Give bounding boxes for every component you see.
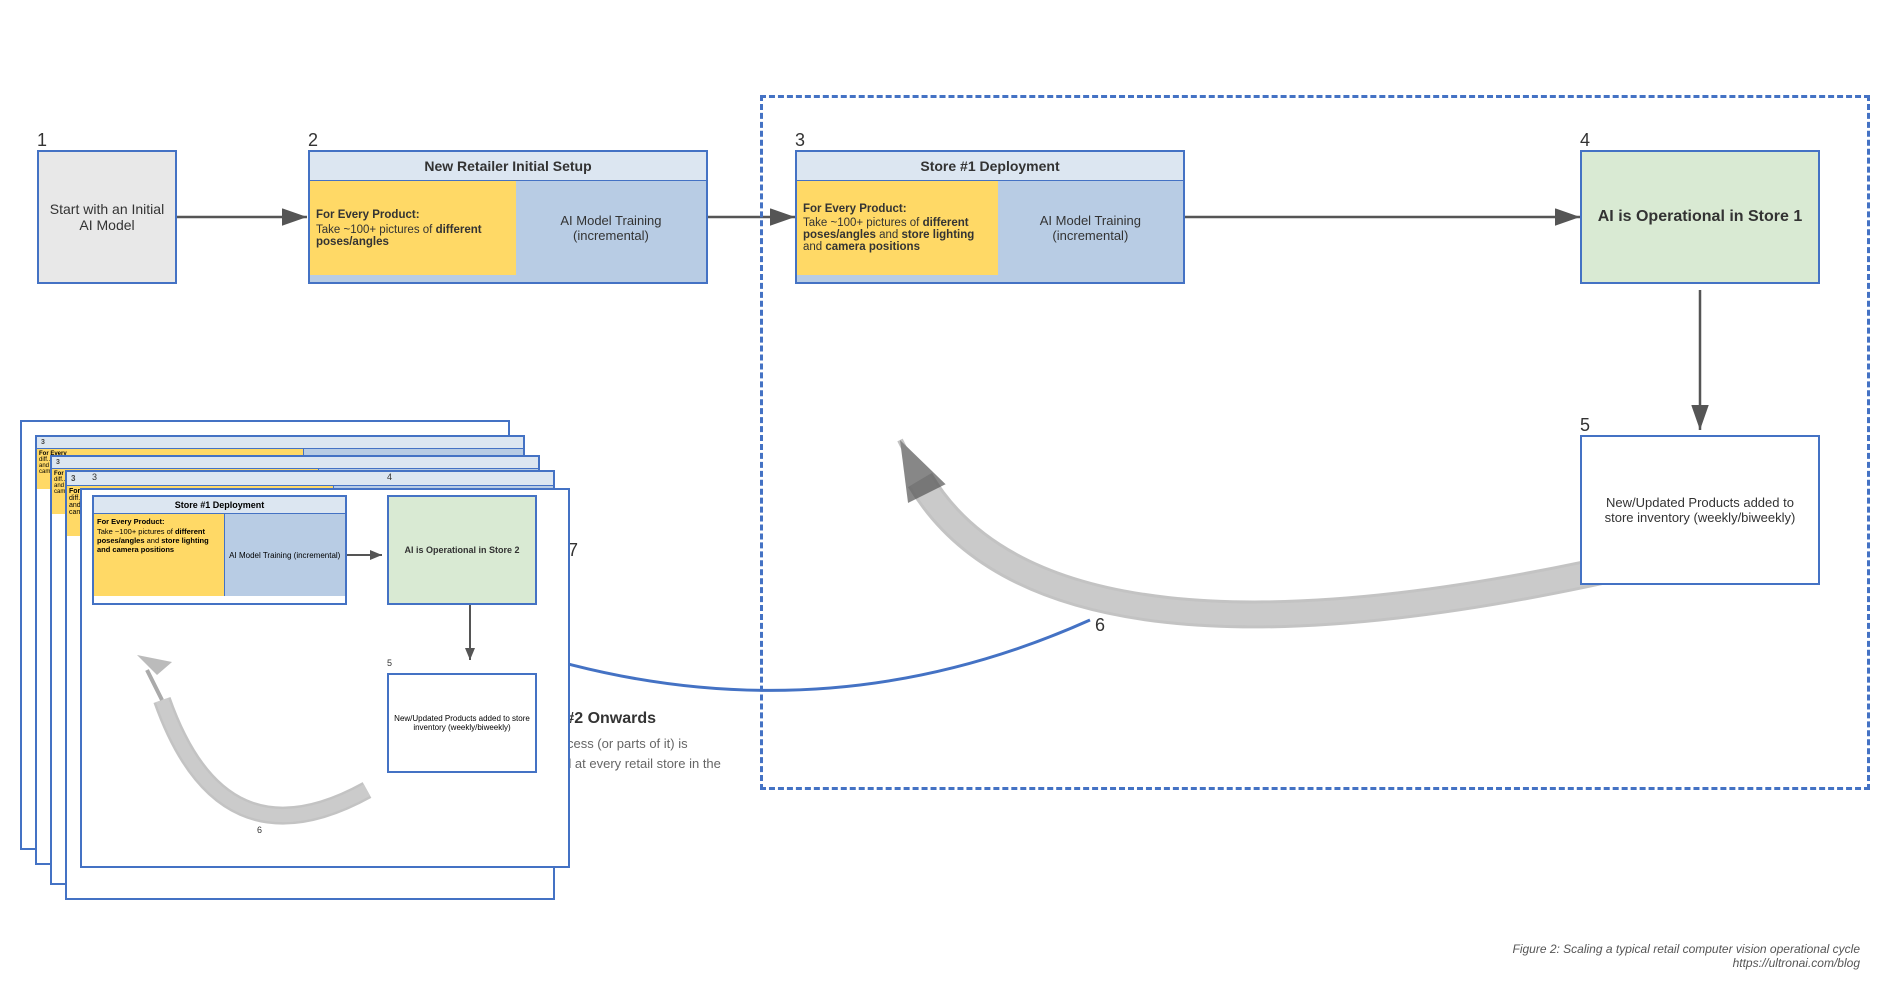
step2-box: New Retailer Initial Setup For Every Pro…: [308, 150, 708, 284]
step2-left: For Every Product: Take ~100+ pictures o…: [310, 181, 516, 275]
step6-num: 6: [1095, 615, 1105, 636]
mini-card-front: 3 Store #1 Deployment For Every Product:…: [80, 488, 570, 868]
step3-box: Store #1 Deployment For Every Product: T…: [795, 150, 1185, 284]
mini-arrow-4-5: [460, 605, 480, 665]
step1-label: Start with an Initial AI Model: [39, 193, 175, 241]
step5-num: 5: [1580, 415, 1590, 436]
step5-box: New/Updated Products added to store inve…: [1580, 435, 1820, 585]
step2-title: New Retailer Initial Setup: [310, 152, 706, 181]
mini-step3-box: Store #1 Deployment For Every Product: T…: [92, 495, 347, 605]
mini-curved-arrow: [92, 620, 387, 850]
step1-num: 1: [37, 130, 47, 151]
canvas: 1 Start with an Initial AI Model 2 New R…: [0, 0, 1900, 1000]
step1-box: Start with an Initial AI Model: [37, 150, 177, 284]
mini-step5-num: 5: [387, 658, 392, 668]
step4-box: AI is Operational in Store 1: [1580, 150, 1820, 284]
mini-step3-num: 3: [92, 472, 97, 482]
step2-right: AI Model Training (incremental): [516, 181, 706, 275]
figure-caption: Figure 2: Scaling a typical retail compu…: [1512, 942, 1860, 970]
step3-title: Store #1 Deployment: [797, 152, 1183, 181]
step2-num: 2: [308, 130, 318, 151]
step4-label: AI is Operational in Store 1: [1590, 200, 1811, 234]
step3-right: AI Model Training (incremental): [998, 181, 1183, 275]
mini-step4-num: 4: [387, 472, 392, 482]
step4-num: 4: [1580, 130, 1590, 151]
step3-num: 3: [795, 130, 805, 151]
step3-left: For Every Product: Take ~100+ pictures o…: [797, 181, 998, 275]
mini-arrow-3-4: [347, 545, 387, 565]
mini-step5-box: New/Updated Products added to store inve…: [387, 673, 537, 773]
step5-label: New/Updated Products added to store inve…: [1582, 487, 1818, 533]
mini-step4-box: AI is Operational in Store 2: [387, 495, 537, 605]
